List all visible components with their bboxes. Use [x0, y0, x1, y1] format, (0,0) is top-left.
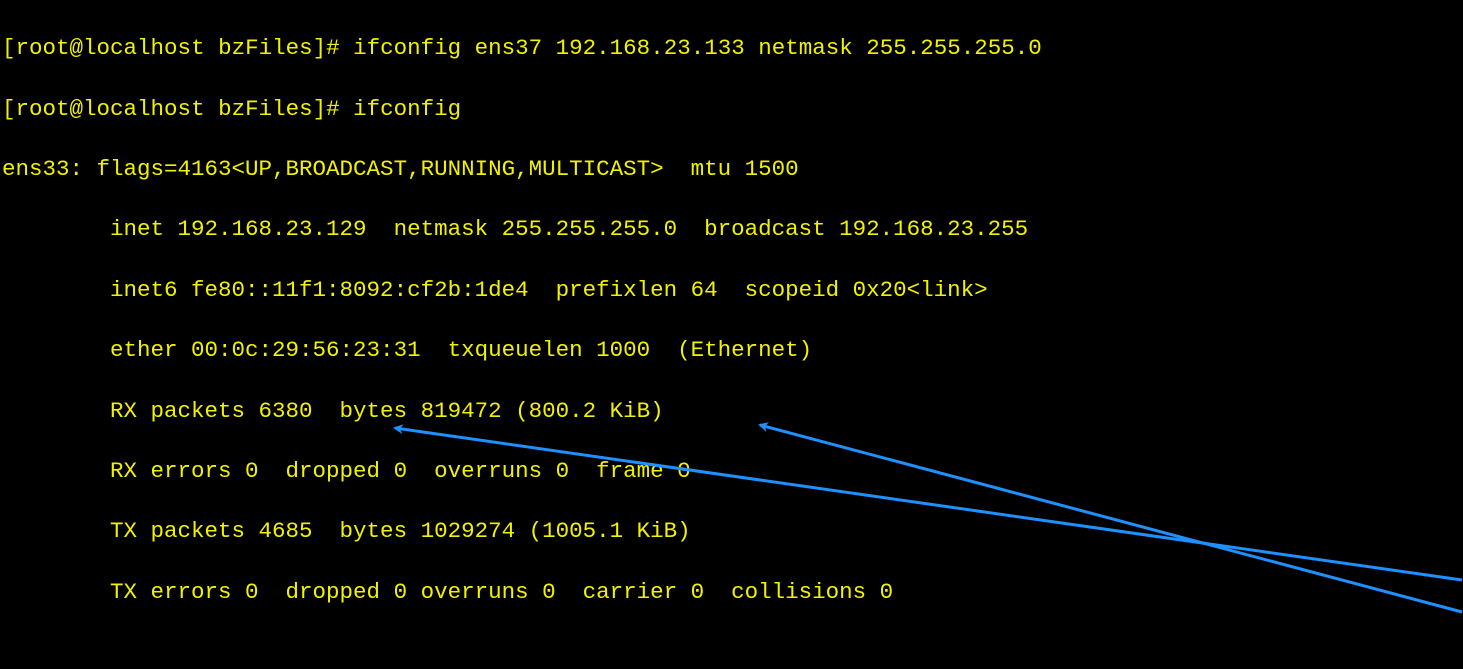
command-1: ifconfig ens37 192.168.23.133 netmask 25…	[353, 35, 1042, 61]
ens33-ether: ether 00:0c:29:56:23:31 txqueuelen 1000 …	[2, 335, 1463, 365]
ens33-header: ens33: flags=4163<UP,BROADCAST,RUNNING,M…	[2, 154, 1463, 184]
prompt-1: [root@localhost bzFiles]#	[2, 35, 353, 61]
ens33-txe: TX errors 0 dropped 0 overruns 0 carrier…	[2, 577, 1463, 607]
ens33-inet6: inet6 fe80::11f1:8092:cf2b:1de4 prefixle…	[2, 275, 1463, 305]
ens33-rxp: RX packets 6380 bytes 819472 (800.2 KiB)	[2, 396, 1463, 426]
prompt-2: [root@localhost bzFiles]#	[2, 96, 353, 122]
ens33-inet: inet 192.168.23.129 netmask 255.255.255.…	[2, 214, 1463, 244]
command-2: ifconfig	[353, 96, 461, 122]
prompt-line-1[interactable]: [root@localhost bzFiles]# ifconfig ens37…	[2, 33, 1463, 63]
prompt-line-2[interactable]: [root@localhost bzFiles]# ifconfig	[2, 94, 1463, 124]
ens33-rxe: RX errors 0 dropped 0 overruns 0 frame 0	[2, 456, 1463, 486]
ens33-txp: TX packets 4685 bytes 1029274 (1005.1 Ki…	[2, 516, 1463, 546]
terminal-output: [root@localhost bzFiles]# ifconfig ens37…	[0, 0, 1463, 669]
